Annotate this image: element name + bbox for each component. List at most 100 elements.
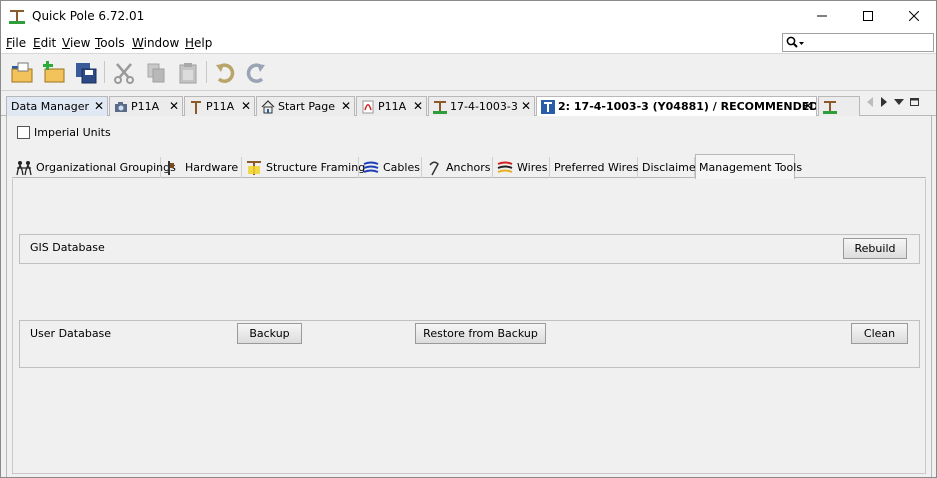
copy-icon [147, 63, 165, 83]
scroll-left-icon[interactable] [866, 97, 874, 107]
tab-wires[interactable]: Wires [494, 157, 550, 178]
tab-navigation [866, 97, 920, 107]
tab-label: Start Page [278, 100, 335, 113]
redo-icon [246, 63, 265, 83]
new-button[interactable] [41, 60, 67, 86]
menu-edit[interactable]: Edit [33, 36, 56, 50]
tab-label: Anchors [446, 161, 491, 174]
close-tab-icon[interactable]: ✕ [169, 99, 179, 113]
close-tab-icon[interactable]: ✕ [341, 99, 351, 113]
menu-window[interactable]: Window [132, 36, 179, 50]
camera-icon [114, 100, 128, 114]
maximize-panel-icon[interactable] [910, 97, 920, 107]
menu-file[interactable]: File [6, 36, 26, 50]
tab-overflow[interactable] [818, 96, 860, 116]
wires-icon [497, 160, 513, 176]
close-window-button[interactable] [891, 1, 936, 31]
undo-button[interactable] [212, 60, 238, 86]
anchor-icon [426, 160, 442, 176]
tab-label: 2: 17-4-1003-3 (Y04881) / RECOMMENDED [558, 100, 817, 113]
search-input[interactable] [782, 33, 934, 52]
people-icon [16, 160, 32, 176]
checkbox-box[interactable] [17, 126, 30, 139]
tab-p11a-photo[interactable]: P11A ✕ [109, 96, 183, 116]
pole-icon [189, 100, 203, 114]
close-tab-icon[interactable]: ✕ [241, 99, 251, 113]
app-window: Quick Pole 6.72.01 File Edit View Tools … [0, 0, 937, 478]
hardware-icon [165, 160, 181, 176]
data-manager-panel: Imperial Units Organizational Groupings … [6, 116, 932, 477]
cables-icon [363, 160, 379, 176]
tab-label: Hardware [185, 161, 239, 174]
close-tab-icon[interactable]: ✕ [413, 99, 423, 113]
minimize-button[interactable] [799, 1, 845, 31]
tab-hardware[interactable]: Hardware [162, 157, 242, 178]
save-button[interactable] [73, 60, 99, 86]
copy-button[interactable] [143, 60, 169, 86]
rebuild-button[interactable]: Rebuild [843, 238, 907, 259]
tab-anchors[interactable]: Anchors [423, 157, 493, 178]
close-tab-icon[interactable]: ✕ [94, 99, 104, 113]
menu-help[interactable]: Help [185, 36, 212, 50]
redo-button[interactable] [243, 60, 269, 86]
tab-17-4-1003-3[interactable]: 17-4-1003-3 ✕ [428, 96, 535, 116]
tab-list-dropdown-icon[interactable] [894, 98, 904, 106]
tab-label: Wires [517, 161, 548, 174]
search-icon [786, 36, 804, 48]
tab-preferred-wires[interactable]: Preferred Wires [551, 157, 638, 178]
scroll-right-icon[interactable] [880, 97, 888, 107]
tab-17-4-1003-3-recommended[interactable]: 2: 17-4-1003-3 (Y04881) / RECOMMENDED ✕ [536, 96, 817, 116]
gis-database-label: GIS Database [30, 241, 105, 254]
new-folder-icon [43, 61, 65, 83]
tab-p11a-pole[interactable]: P11A ✕ [184, 96, 255, 116]
tab-label: Organizational Groupings [36, 161, 176, 174]
tab-organizational-groupings[interactable]: Organizational Groupings [13, 157, 176, 178]
close-tab-icon[interactable]: ✕ [803, 99, 813, 113]
user-database-group: User Database Backup Restore from Backup… [19, 320, 920, 368]
menu-view[interactable]: View [62, 36, 90, 50]
tab-data-manager[interactable]: Data Manager ✕ [6, 96, 108, 116]
menu-bar: File Edit View Tools Window Help [1, 32, 936, 54]
title-bar: Quick Pole 6.72.01 [1, 1, 936, 32]
tab-start-page[interactable]: Start Page ✕ [256, 96, 355, 116]
app-logo-icon [9, 8, 25, 24]
framing-icon [246, 160, 262, 176]
tab-label: P11A [378, 100, 407, 113]
tab-management-tools[interactable]: Management Tools [695, 154, 802, 179]
undo-icon [216, 63, 235, 83]
backup-button[interactable]: Backup [237, 323, 302, 344]
tab-label: Preferred Wires [554, 161, 639, 174]
tab-label: P11A [131, 100, 160, 113]
save-disk-icon [76, 63, 97, 84]
pole-blue-icon [541, 99, 555, 114]
tab-disclaimer[interactable]: Disclaimer [639, 157, 700, 178]
menu-tools[interactable]: Tools [95, 36, 125, 50]
restore-from-backup-button[interactable]: Restore from Backup [415, 323, 546, 344]
tab-label: 17-4-1003-3 [450, 100, 518, 113]
open-button[interactable] [9, 60, 35, 86]
close-tab-icon[interactable]: ✕ [521, 99, 531, 113]
window-title: Quick Pole 6.72.01 [32, 9, 145, 23]
tab-label: Cables [383, 161, 420, 174]
gis-database-group: GIS Database Rebuild [19, 234, 920, 264]
data-manager-tabs: Organizational Groupings Hardware Struct… [12, 154, 926, 179]
imperial-units-label: Imperial Units [34, 126, 111, 139]
tab-cables[interactable]: Cables [360, 157, 422, 178]
maximize-button[interactable] [845, 1, 891, 31]
management-tools-content: GIS Database Rebuild User Database Backu… [12, 179, 926, 474]
toolbar [1, 55, 936, 91]
tab-structure-framing[interactable]: Structure Framing [243, 157, 365, 178]
tab-label: Structure Framing [266, 161, 366, 174]
scissors-icon [114, 63, 134, 84]
tab-p11a-pdf[interactable]: P11A ✕ [356, 96, 427, 116]
paste-button[interactable] [175, 60, 201, 86]
tab-label: Disclaimer [642, 161, 701, 174]
clipboard-icon [179, 63, 197, 84]
pole-green-icon [433, 100, 447, 114]
open-folder-icon [11, 62, 33, 83]
imperial-units-checkbox[interactable]: Imperial Units [17, 126, 111, 139]
clean-button[interactable]: Clean [851, 323, 908, 344]
tab-label: Management Tools [699, 160, 803, 174]
pole-green-icon [823, 100, 837, 114]
cut-button[interactable] [111, 60, 137, 86]
